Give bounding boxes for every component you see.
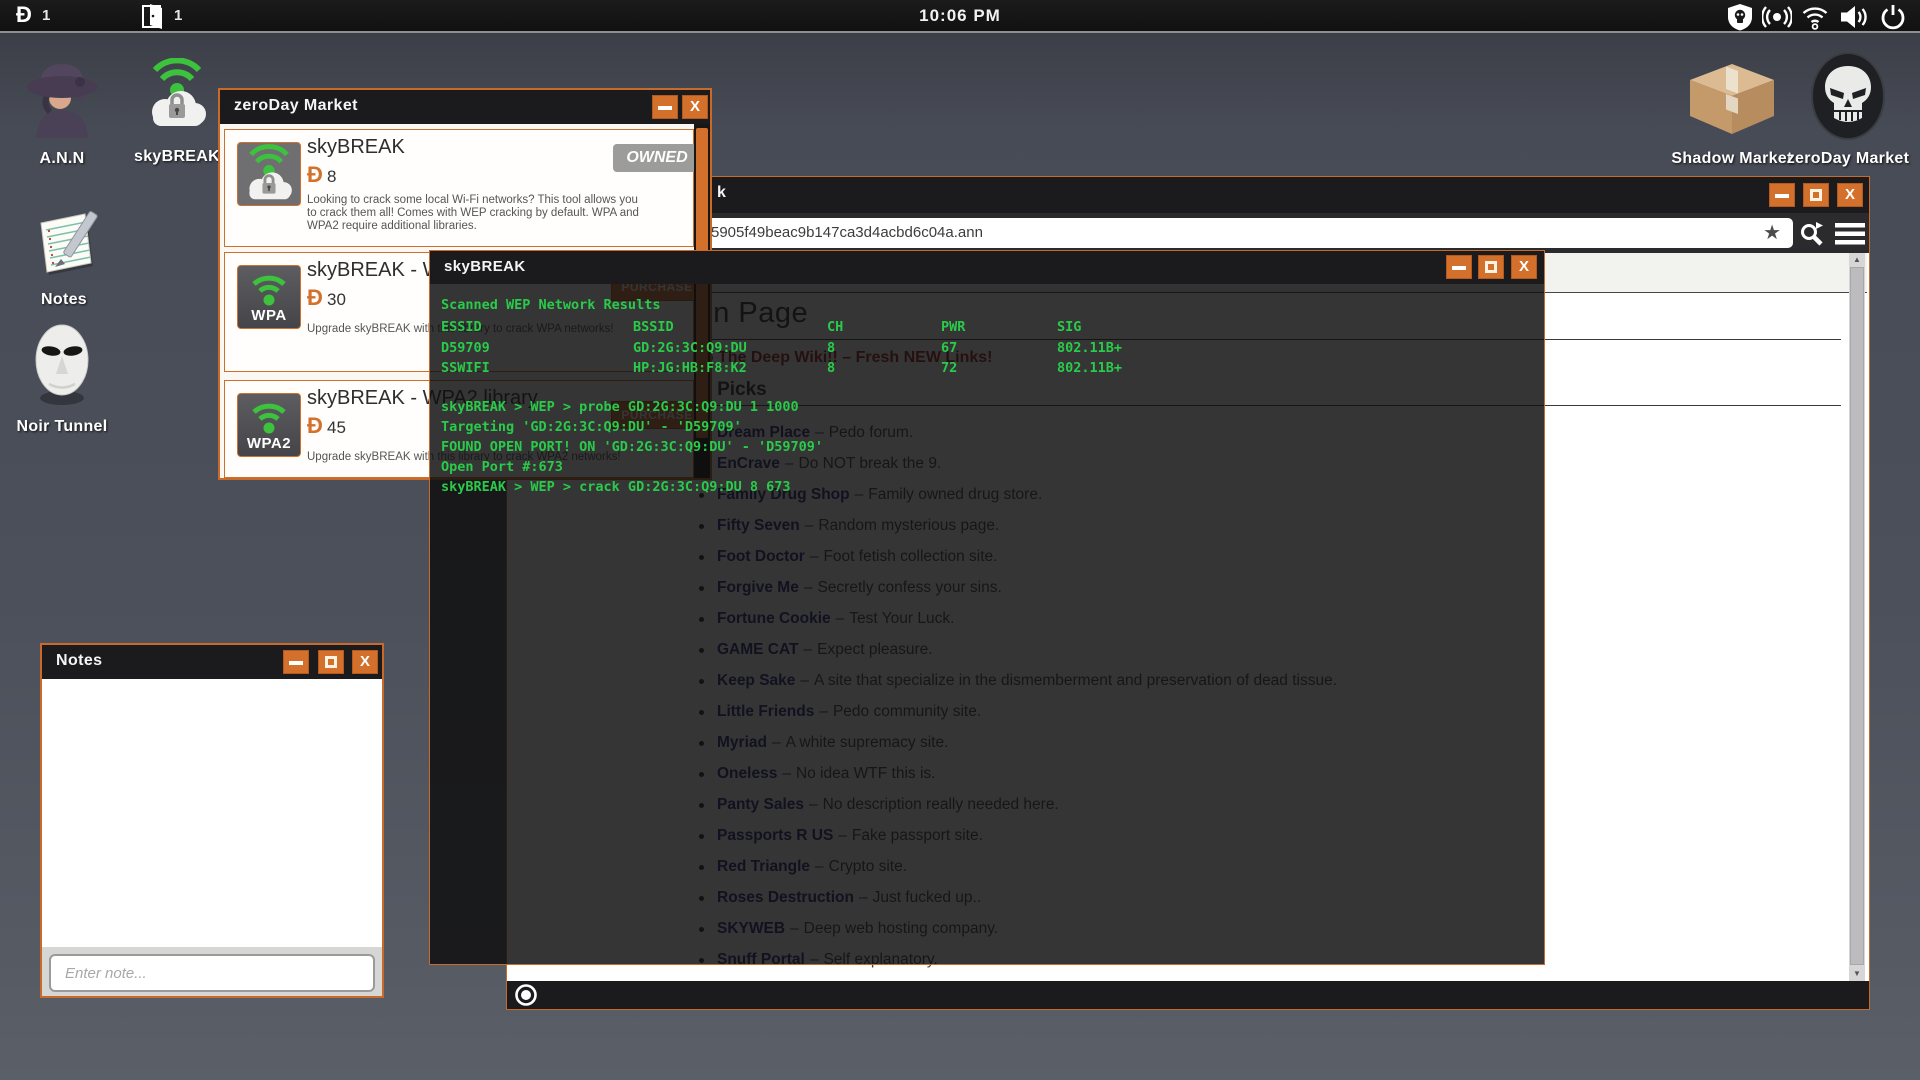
desktop-icon-shadow-market[interactable]: Shadow Market <box>1671 58 1792 167</box>
terminal-scan-header: Scanned WEP Network Results <box>441 297 661 313</box>
market-titlebar[interactable]: zeroDay Market X <box>220 90 710 124</box>
item-name: skyBREAK <box>307 136 405 158</box>
scrollbar-thumb[interactable] <box>1850 267 1864 965</box>
desktop-icon-zeroday-market[interactable]: zeroDay Market <box>1787 52 1909 167</box>
terminal-close-button[interactable]: X <box>1511 255 1537 279</box>
notes-window: Notes X <box>40 643 384 998</box>
terminal-command-line: skyBREAK > WEP > probe GD:2G:3C:Q9:DU 1 … <box>441 399 799 415</box>
search-icon[interactable] <box>1799 221 1827 247</box>
terminal-minimize-button[interactable] <box>1446 255 1472 279</box>
terminal-command-line: FOUND OPEN PORT! ON 'GD:2G:3C:Q9:DU' - '… <box>441 439 824 455</box>
shadow-market-box-icon <box>1690 64 1774 134</box>
clock: 10:06 PM <box>919 6 1001 25</box>
notes-maximize-button[interactable] <box>318 650 344 674</box>
url-text: 5905f49beac9b147ca3d4acbd6c04a.ann <box>711 224 983 241</box>
desktop-icon-label: Notes <box>41 291 87 308</box>
owned-badge: OWNED <box>613 144 701 172</box>
record-icon[interactable] <box>515 984 537 1006</box>
notes-content <box>42 679 382 947</box>
skybreak-cloud-lock-icon <box>152 58 206 126</box>
terminal-command-line: skyBREAK > WEP > crack GD:2G:3C:Q9:DU 8 … <box>441 479 791 495</box>
item-price: 8 <box>327 167 337 186</box>
desktop-icon-skybreak[interactable]: skyBREAK <box>134 58 220 165</box>
market-close-button[interactable]: X <box>682 95 708 119</box>
notes-titlebar[interactable]: Notes X <box>42 645 382 679</box>
market-title-text: zeroDay Market <box>234 97 358 114</box>
scroll-up-arrow[interactable]: ▲ <box>1849 253 1865 267</box>
desktop-icon-label: Shadow Market <box>1671 150 1793 167</box>
notes-minimize-button[interactable] <box>283 650 309 674</box>
doscoin-price-icon: Ð <box>307 162 323 187</box>
wpa-icon-label: WPA <box>251 307 287 324</box>
terminal-output[interactable]: Scanned WEP Network Results ESSID BSSID … <box>430 284 1544 964</box>
terminal-titlebar[interactable]: skyBREAK X <box>430 251 1544 284</box>
antivirus-shield-icon[interactable] <box>1726 3 1754 31</box>
desktop-icon-noir-tunnel[interactable]: Noir Tunnel <box>17 318 107 435</box>
desktop-icon-notes[interactable]: Notes <box>25 203 103 308</box>
notes-notepad-icon <box>40 211 98 275</box>
wpa-library-icon: WPA <box>237 265 301 329</box>
top-status-bar: Ð 1 1 10:06 PM <box>0 0 1920 33</box>
desktop-icon-ann[interactable]: A.N.N <box>22 56 102 167</box>
desktop: Ð 1 1 10:06 PM A.N.N skyBREAK Notes Noir… <box>0 0 1920 1080</box>
doscoin-price-icon: Ð <box>307 285 323 310</box>
menu-icon[interactable] <box>1835 223 1865 245</box>
wpa2-icon-label: WPA2 <box>246 435 292 452</box>
power-icon[interactable] <box>1879 3 1907 31</box>
note-input[interactable] <box>49 954 375 992</box>
volume-icon[interactable] <box>1839 3 1869 31</box>
terminal-command-line: Open Port #:673 <box>441 459 563 475</box>
skybreak-terminal-window: skyBREAK X Scanned WEP Network Results E… <box>429 250 1545 965</box>
browser-close-button[interactable]: X <box>1837 183 1863 207</box>
notes-input-bar <box>42 947 382 996</box>
wifi-icon[interactable] <box>1801 4 1829 30</box>
desktop-icon-label: Noir Tunnel <box>16 418 108 435</box>
item-description: Looking to crack some local Wi-Fi networ… <box>307 194 639 232</box>
browser-scrollbar[interactable]: ▲ ▼ <box>1849 253 1865 981</box>
desktop-icon-label: zeroDay Market <box>1786 150 1910 167</box>
browser-bottom-bar <box>507 981 1869 1009</box>
noir-mask-icon <box>35 324 89 405</box>
browser-minimize-button[interactable] <box>1769 183 1795 207</box>
notes-close-button[interactable]: X <box>352 650 378 674</box>
item-price: 45 <box>327 418 346 437</box>
zeroday-skull-icon <box>1811 52 1885 140</box>
skybreak-cloud-lock-icon <box>237 142 301 206</box>
item-price: 30 <box>327 290 346 309</box>
desktop-icon-label: A.N.N <box>39 150 85 167</box>
bookmark-star-icon[interactable]: ★ <box>1763 220 1781 245</box>
wpa2-library-icon: WPA2 <box>237 393 301 457</box>
browser-title-text: k <box>717 184 727 201</box>
browser-maximize-button[interactable] <box>1803 183 1829 207</box>
terminal-maximize-button[interactable] <box>1478 255 1504 279</box>
broadcast-icon[interactable] <box>1762 3 1792 31</box>
scroll-down-arrow[interactable]: ▼ <box>1849 967 1865 981</box>
terminal-title-text: skyBREAK <box>444 258 526 275</box>
ann-avatar-icon <box>27 64 97 138</box>
terminal-network-row: SSWIFI HP:JG:HB:F8:K2 8 72 802.11B+ <box>441 360 1123 376</box>
notes-title-text: Notes <box>56 652 103 669</box>
market-minimize-button[interactable] <box>652 95 678 119</box>
doscoin-price-icon: Ð <box>307 413 323 438</box>
market-item-skybreak[interactable]: skyBREAK Ð 8 Looking to crack some local… <box>224 129 701 247</box>
terminal-command-line: Targeting 'GD:2G:3C:Q9:DU' - 'D59709' <box>441 419 742 435</box>
